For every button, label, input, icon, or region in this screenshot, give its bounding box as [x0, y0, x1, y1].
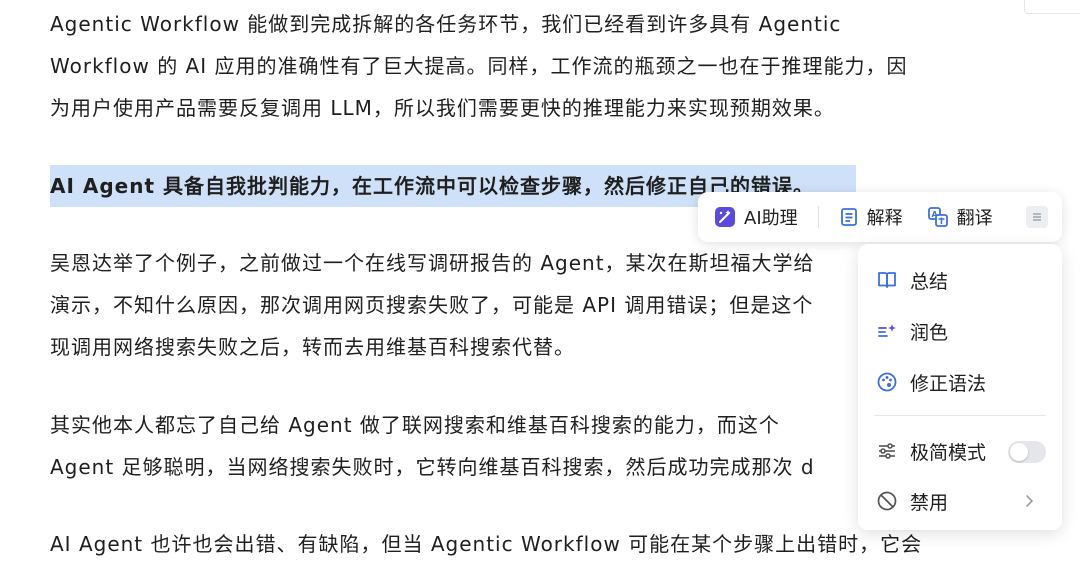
menu-item-label: 修正语法: [910, 372, 987, 395]
book-icon: [878, 272, 896, 288]
paragraph-line: Agentic Workflow 能做到完成拆解的各任务环节，我们已经看到许多具…: [50, 12, 842, 36]
ai-assistant-button[interactable]: AI助理: [714, 204, 798, 230]
menu-item-label: 禁用: [910, 491, 949, 514]
minimal-mode-toggle[interactable]: [1008, 441, 1046, 463]
toggle-knob: [1010, 443, 1028, 461]
sliders-icon: [879, 443, 895, 459]
menu-item-polish[interactable]: 润色: [858, 309, 1062, 353]
ai-assistant-label: AI助理: [744, 208, 798, 229]
palette-icon: [877, 372, 897, 392]
ai-magic-icon: [715, 207, 735, 227]
explain-button[interactable]: 解释: [839, 204, 903, 230]
document-icon: [840, 208, 857, 226]
menu-item-summarize[interactable]: 总结: [858, 258, 1062, 302]
explain-label: 解释: [866, 208, 903, 229]
paragraph-line: 为用户使用产品需要反复调用 LLM，所以我们需要更快的推理能力来实现预期效果。: [50, 96, 835, 120]
menu-item-label: 润色: [910, 321, 949, 344]
menu-item-disable[interactable]: 禁用: [858, 479, 1062, 523]
selection-toolbar: AI助理 解释 A 翻译: [698, 192, 1062, 242]
paragraph-line: Workflow 的 AI 应用的准确性有了巨大提高。同样，工作流的瓶颈之一也在…: [50, 54, 908, 78]
prohibited-icon: [877, 491, 897, 511]
toolbar-divider: [817, 206, 819, 228]
sparkle-lines-icon: [878, 324, 896, 337]
more-options-button[interactable]: [1026, 206, 1048, 228]
menu-divider: [874, 415, 1046, 416]
menu-lines-icon: [1033, 213, 1041, 221]
more-options-menu: 总结 润色 修正语法 极简模式 禁用: [858, 244, 1062, 530]
menu-item-fix-grammar[interactable]: 修正语法: [858, 360, 1062, 404]
menu-item-label: 极简模式: [910, 441, 987, 464]
chevron-right-icon: [1026, 495, 1033, 507]
menu-item-minimal-mode[interactable]: 极简模式: [858, 429, 1062, 473]
menu-item-label: 总结: [910, 270, 949, 293]
translate-icon: A: [927, 207, 948, 227]
translate-label: 翻译: [956, 208, 993, 229]
translate-button[interactable]: A 翻译: [927, 204, 993, 230]
corner-panel: [1024, 0, 1080, 14]
